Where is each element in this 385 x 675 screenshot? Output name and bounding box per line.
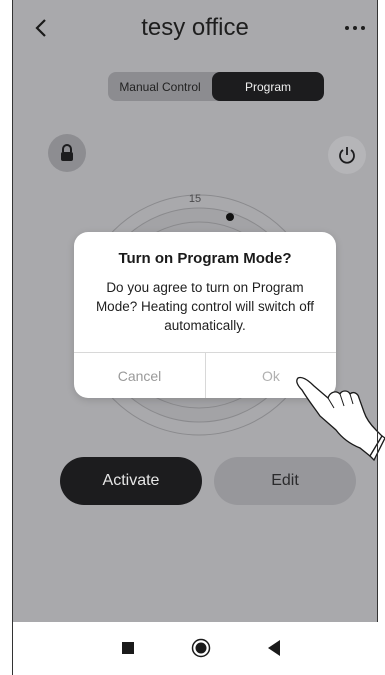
dial-indicator-dot (226, 213, 234, 221)
top-bar: tesy office (12, 0, 378, 58)
dialog-cancel-button[interactable]: Cancel (74, 353, 205, 398)
program-tab[interactable]: Program (212, 72, 324, 101)
dial-top-value: 15 (188, 193, 202, 205)
frame-edge-right (377, 0, 378, 622)
recent-apps-button[interactable] (122, 642, 134, 654)
app-screen: tesy office Manual Control Program 15 Ac… (12, 0, 378, 622)
system-nav-bar (12, 622, 378, 675)
home-button[interactable] (191, 638, 211, 658)
dialog-title: Turn on Program Mode? (118, 250, 292, 267)
phone-frame: tesy office Manual Control Program 15 Ac… (0, 0, 385, 675)
dialog-message: Do you agree to turn on Program Mode? He… (95, 280, 315, 333)
pointing-hand-icon (296, 376, 385, 462)
frame-edge-left (12, 0, 13, 675)
mode-toggle: Manual Control Program (108, 72, 324, 101)
activate-button[interactable]: Activate (60, 457, 202, 505)
more-options-button[interactable] (340, 14, 370, 42)
nav-back-button[interactable] (266, 639, 282, 657)
page-title: tesy office (141, 14, 249, 41)
more-dots-icon (345, 26, 365, 30)
manual-control-tab[interactable]: Manual Control (108, 72, 212, 101)
